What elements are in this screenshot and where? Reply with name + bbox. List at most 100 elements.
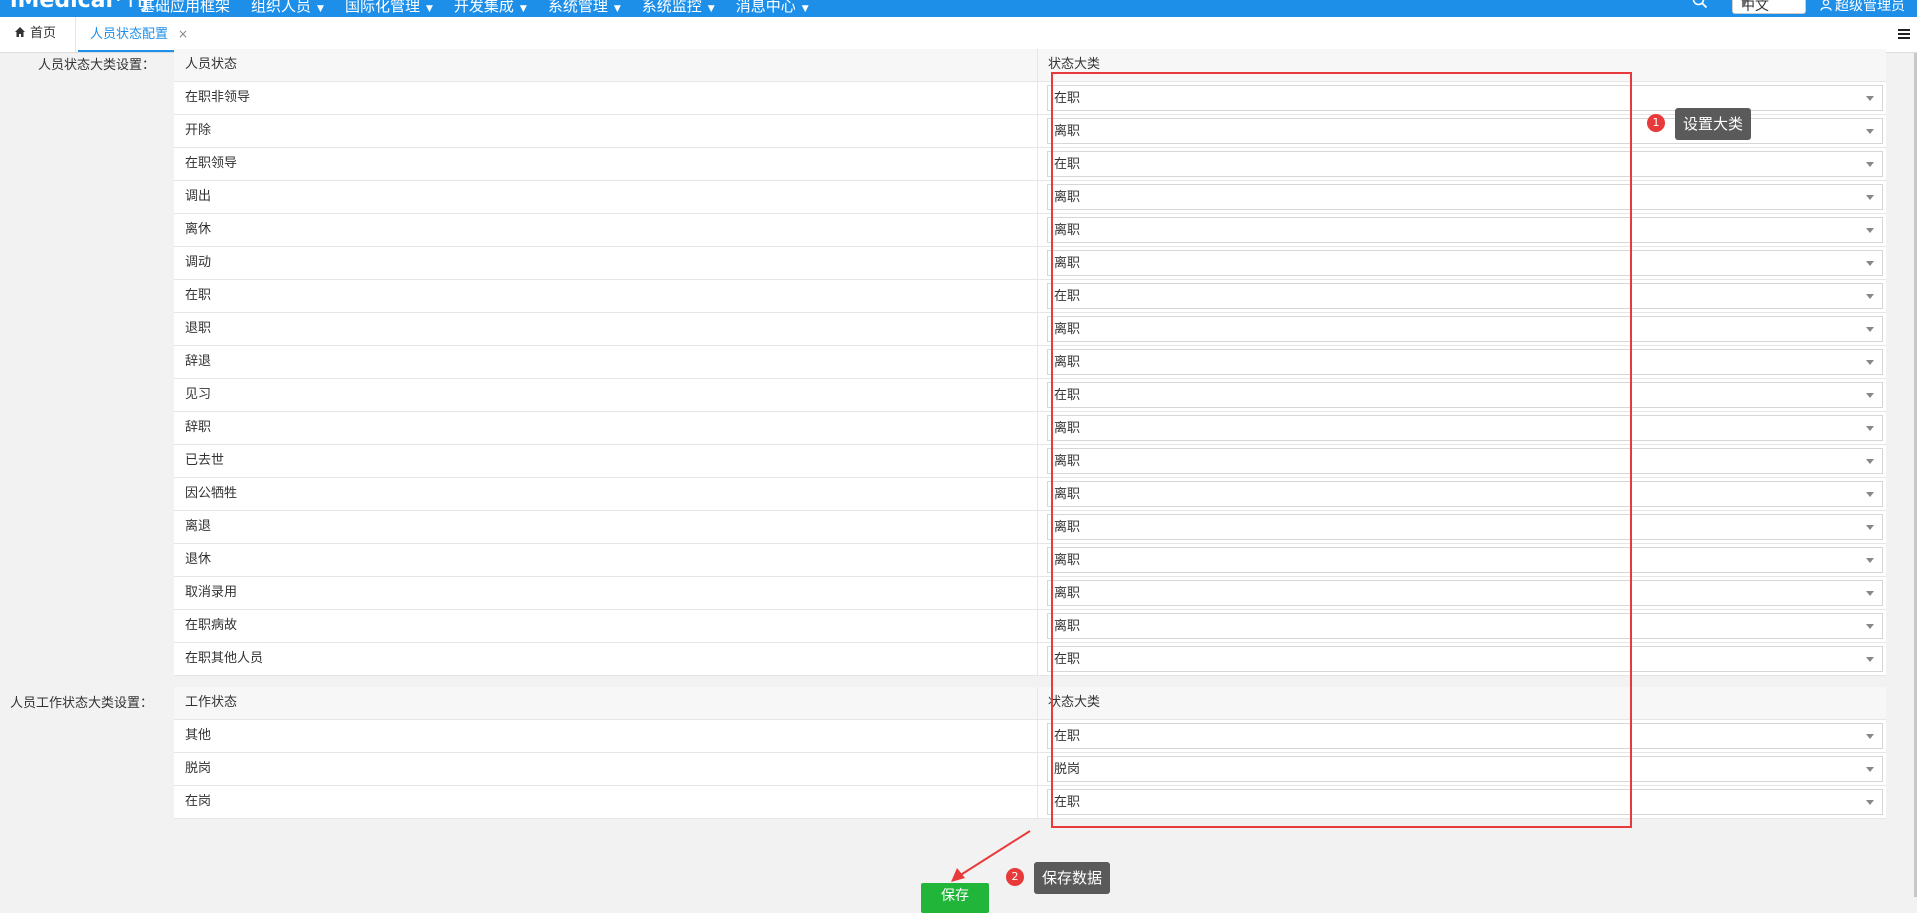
category-cell: 离职 — [1038, 577, 1886, 609]
nav-item-label: 开发集成 — [453, 0, 514, 15]
category-select-value: 在职 — [1054, 388, 1081, 403]
category-select-value: 在职 — [1054, 157, 1081, 172]
chevron-down-icon — [1866, 195, 1874, 200]
table-header: 人员状态 状态大类 — [174, 49, 1886, 82]
category-select-value: 离职 — [1054, 124, 1081, 139]
category-select-value: 离职 — [1054, 586, 1081, 601]
tab-staff-status-config[interactable]: 人员状态配置 × — [78, 17, 210, 52]
table-row: 辞职 离职 — [174, 412, 1886, 445]
category-select[interactable]: 在职 — [1047, 151, 1883, 177]
status-name: 在职领导 — [174, 148, 1038, 180]
status-name: 辞退 — [174, 346, 1038, 378]
category-select[interactable]: 离职 — [1047, 118, 1883, 144]
table-row: 离退 离职 — [174, 511, 1886, 544]
chevron-down-icon: ▼ — [707, 4, 715, 14]
status-name: 在职其他人员 — [174, 643, 1038, 675]
status-name: 离退 — [174, 511, 1038, 543]
chevron-down-icon — [1866, 228, 1874, 233]
status-name: 见习 — [174, 379, 1038, 411]
nav-item-0[interactable]: 基础应用框架 — [140, 0, 230, 16]
category-select-value: 在职 — [1054, 795, 1081, 810]
category-cell: 离职 — [1038, 445, 1886, 477]
menu-icon[interactable] — [1897, 27, 1911, 41]
category-select[interactable]: 在职 — [1047, 789, 1883, 815]
category-cell: 离职 — [1038, 511, 1886, 543]
status-name: 在职病故 — [174, 610, 1038, 642]
chevron-down-icon — [1866, 459, 1874, 464]
tab-bar: 首页 人员状态配置 × — [0, 17, 1917, 53]
category-cell: 在职 — [1038, 720, 1886, 752]
chevron-down-icon — [1866, 294, 1874, 299]
nav-item-5[interactable]: 系统监控 ▼ — [642, 0, 715, 16]
nav-item-1[interactable]: 组织人员 ▼ — [251, 0, 324, 16]
category-cell: 离职 — [1038, 313, 1886, 345]
tab-active-label: 人员状态配置 — [90, 27, 169, 42]
chevron-down-icon — [1866, 591, 1874, 596]
nav-item-4[interactable]: 系统管理 ▼ — [548, 0, 621, 16]
category-select-value: 离职 — [1054, 223, 1081, 238]
chevron-down-icon — [1866, 624, 1874, 629]
category-cell: 在职 — [1038, 82, 1886, 114]
category-select-value: 在职 — [1054, 729, 1081, 744]
category-select[interactable]: 离职 — [1047, 415, 1883, 441]
category-cell: 离职 — [1038, 544, 1886, 576]
brand-logo[interactable]: iMedical · HJ — [10, 0, 149, 13]
category-select[interactable]: 在职 — [1047, 382, 1883, 408]
category-select-value: 离职 — [1054, 355, 1081, 370]
column-header-status: 工作状态 — [174, 687, 1038, 719]
table-row: 辞退 离职 — [174, 346, 1886, 379]
work-status-table: 工作状态 状态大类 其他 在职 脱岗 脱岗 在岗 在职 — [174, 687, 1886, 819]
category-select-value: 离职 — [1054, 256, 1081, 271]
column-header-category: 状态大类 — [1048, 57, 1101, 72]
category-cell: 离职 — [1038, 115, 1886, 147]
category-select[interactable]: 离职 — [1047, 349, 1883, 375]
work-status-section-label: 人员工作状态大类设置： — [10, 696, 154, 711]
category-select[interactable]: 在职 — [1047, 283, 1883, 309]
chevron-down-icon — [1866, 261, 1874, 266]
chevron-down-icon — [1866, 96, 1874, 101]
category-cell: 离职 — [1038, 478, 1886, 510]
tab-home-label: 首页 — [30, 26, 57, 41]
status-name: 在职 — [174, 280, 1038, 312]
search-icon[interactable] — [1692, 0, 1708, 9]
table-row: 退休 离职 — [174, 544, 1886, 577]
chevron-down-icon — [1866, 767, 1874, 772]
chevron-down-icon — [1866, 657, 1874, 662]
chevron-down-icon — [1866, 525, 1874, 530]
category-select[interactable]: 离职 — [1047, 448, 1883, 474]
category-select-value: 离职 — [1054, 553, 1081, 568]
category-select[interactable]: 离职 — [1047, 547, 1883, 573]
category-select[interactable]: 离职 — [1047, 580, 1883, 606]
column-header-category: 状态大类 — [1048, 695, 1101, 710]
user-name: 超级管理员 — [1835, 0, 1905, 14]
category-select[interactable]: 离职 — [1047, 613, 1883, 639]
tab-home[interactable]: 首页 — [2, 17, 76, 52]
status-name: 因公牺牲 — [174, 478, 1038, 510]
category-select[interactable]: 离职 — [1047, 217, 1883, 243]
nav-item-3[interactable]: 开发集成 ▼ — [454, 0, 527, 16]
user-menu[interactable]: 超级管理员 — [1820, 0, 1905, 15]
category-select[interactable]: 离职 — [1047, 514, 1883, 540]
table-row: 在岗 在职 — [174, 786, 1886, 819]
nav-item-6[interactable]: 消息中心 ▼ — [736, 0, 809, 16]
category-select[interactable]: 脱岗 — [1047, 756, 1883, 782]
close-icon[interactable]: × — [178, 27, 188, 41]
category-select[interactable]: 在职 — [1047, 646, 1883, 672]
status-name: 退休 — [174, 544, 1038, 576]
nav-item-2[interactable]: 国际化管理 ▼ — [345, 0, 433, 16]
category-select[interactable]: 离职 — [1047, 184, 1883, 210]
category-select[interactable]: 在职 — [1047, 723, 1883, 749]
status-name: 离休 — [174, 214, 1038, 246]
chevron-down-icon: ▼ — [317, 4, 324, 14]
status-name: 在岗 — [174, 786, 1038, 818]
save-button[interactable]: 保存 — [921, 883, 989, 913]
table-row: 在职领导 在职 — [174, 148, 1886, 181]
category-select[interactable]: 离职 — [1047, 316, 1883, 342]
category-select[interactable]: 离职 — [1047, 481, 1883, 507]
category-cell: 离职 — [1038, 412, 1886, 444]
category-select[interactable]: 离职 — [1047, 250, 1883, 276]
category-select-value: 离职 — [1054, 454, 1081, 469]
language-select[interactable]: 中文 ▼ — [1732, 0, 1806, 14]
category-select[interactable]: 在职 — [1047, 85, 1883, 111]
category-cell: 在职 — [1038, 148, 1886, 180]
